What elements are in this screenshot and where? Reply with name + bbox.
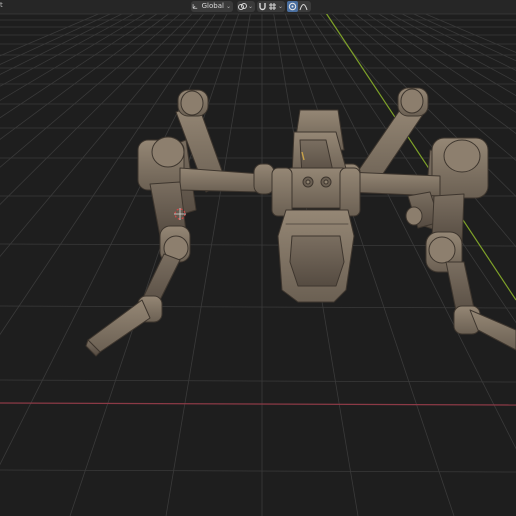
transform-orientation-value: Global — [201, 2, 224, 10]
viewport-scene[interactable] — [0, 0, 516, 516]
torso[interactable] — [271, 109, 361, 303]
pivot-point-icon — [237, 3, 247, 10]
chevron-down-icon: ⌄ — [247, 3, 253, 10]
viewport-header: t Global ⌄ ⌄ ⌄ — [0, 0, 516, 14]
grid-line — [0, 12, 124, 75]
snap-increment-icon[interactable] — [267, 1, 277, 12]
proportional-editing-controls[interactable] — [287, 1, 311, 12]
transform-orientation-icon — [192, 4, 198, 9]
grid-line — [0, 12, 171, 140]
left-leg[interactable] — [85, 89, 275, 357]
x-axis-line — [0, 402, 516, 406]
grid-line — [0, 305, 516, 309]
pivot-point-dropdown[interactable]: ⌄ — [237, 1, 255, 12]
snapping-controls[interactable]: ⌄ — [257, 1, 285, 12]
grid-line — [0, 12, 217, 336]
falloff-curve-icon[interactable] — [298, 1, 309, 12]
chevron-down-icon: ⌄ — [225, 3, 231, 10]
grid-line — [0, 12, 228, 466]
grid-line — [165, 12, 251, 516]
grid-line — [0, 12, 148, 101]
grid-line — [0, 379, 516, 383]
grid-line — [69, 12, 240, 516]
grid-line — [0, 12, 101, 57]
header-corner-label: t — [0, 1, 3, 9]
proportional-editing-icon[interactable] — [287, 1, 298, 12]
chevron-down-icon: ⌄ — [277, 3, 283, 10]
magnet-icon[interactable] — [257, 1, 267, 12]
grid-line — [0, 12, 159, 119]
3d-viewport[interactable]: t Global ⌄ ⌄ ⌄ — [0, 0, 516, 516]
right-leg[interactable] — [337, 87, 516, 351]
transform-orientation-dropdown[interactable]: Global ⌄ — [191, 1, 233, 12]
